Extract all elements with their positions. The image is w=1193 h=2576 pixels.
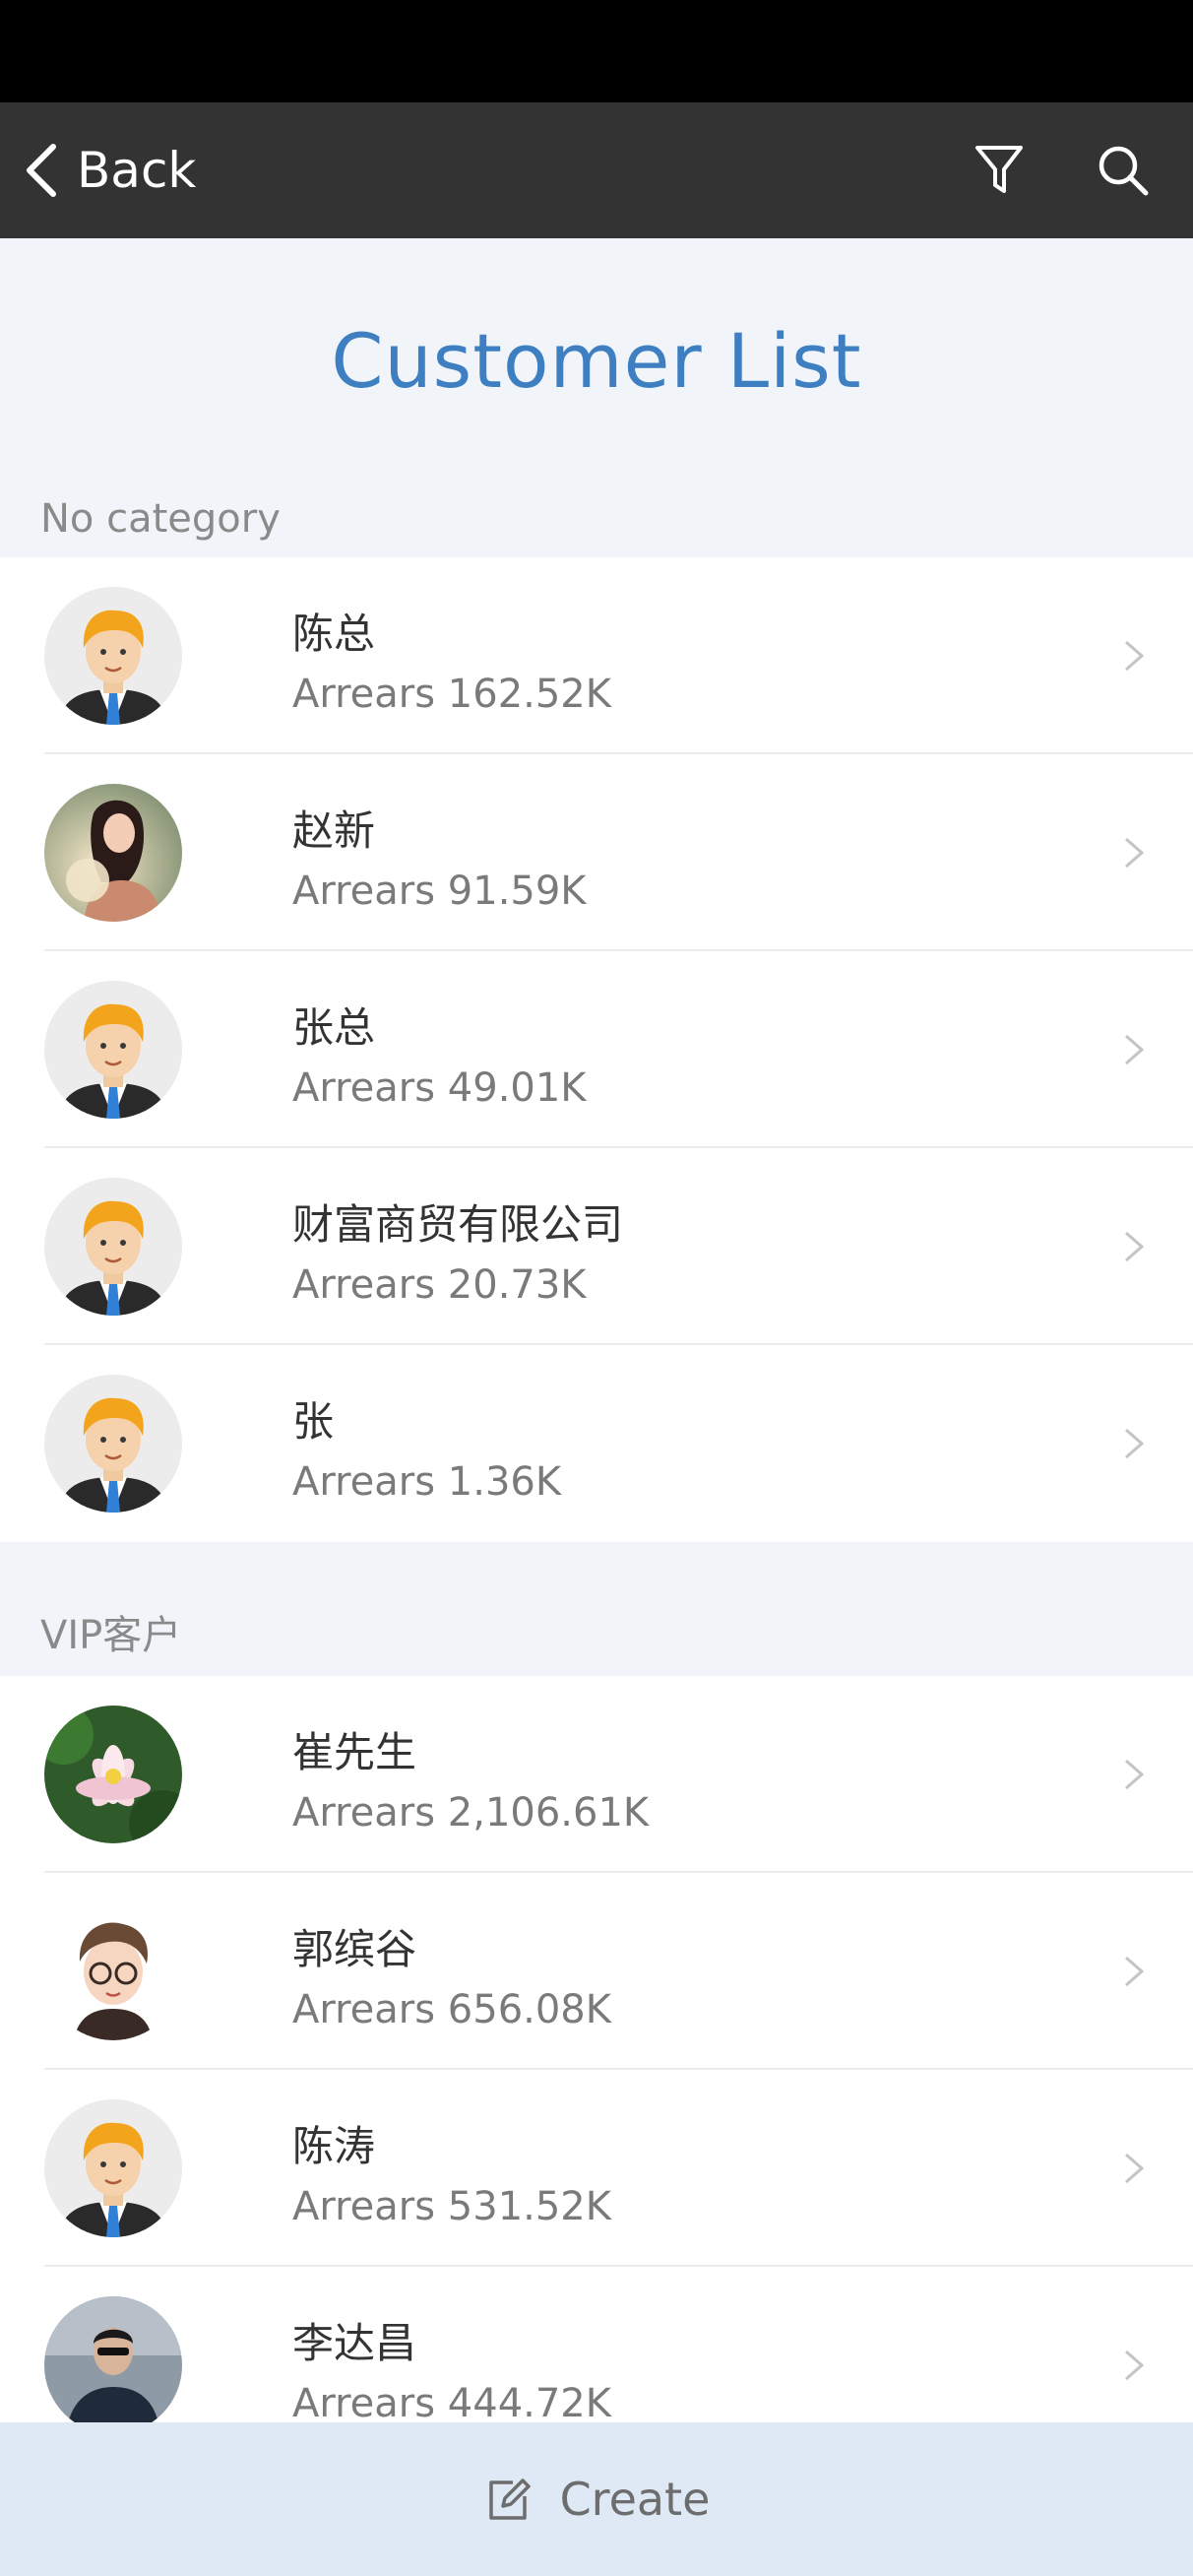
nav-bar: Back [0,102,1193,238]
list-item[interactable]: 财富商贸有限公司 Arrears 20.73K [0,1148,1193,1345]
customer-name: 张 [292,1397,335,1446]
list-item[interactable]: 陈涛 Arrears 531.52K [0,2070,1193,2267]
woman-photo-avatar [44,784,182,922]
customer-name: 陈总 [292,610,376,658]
customer-arrears: Arrears 91.59K [292,869,587,914]
customer-arrears: Arrears 656.08K [292,1987,611,2032]
customer-name: 郭缤谷 [292,1925,417,1973]
customer-name: 李达昌 [292,2319,417,2367]
avatar [44,1178,182,1316]
section-header-no-category: No category [0,475,1193,557]
list-item[interactable]: 李达昌 Arrears 444.72K [0,2267,1193,2422]
chevron-right-icon [1125,837,1145,869]
list-item[interactable]: 张 Arrears 1.36K [0,1345,1193,1542]
customer-arrears: Arrears 162.52K [292,672,611,717]
search-button[interactable] [1088,135,1159,206]
create-label: Create [559,2473,711,2526]
default-businessman-avatar [44,981,182,1119]
status-bar [0,0,1193,102]
create-button[interactable]: Create [0,2422,1193,2576]
customer-name: 陈涛 [292,2122,376,2170]
lotus-photo-avatar [44,1706,182,1843]
list-item[interactable]: 陈总 Arrears 162.52K [0,557,1193,754]
list-item[interactable]: 郭缤谷 Arrears 656.08K [0,1873,1193,2070]
chevron-right-icon [1125,1759,1145,1790]
customer-name: 崔先生 [292,1728,417,1776]
customer-arrears: Arrears 49.01K [292,1065,587,1111]
avatar [44,587,182,725]
customer-list-vip: 崔先生 Arrears 2,106.61K 郭缤谷 Arrears 656.08… [0,1676,1193,2422]
search-icon [1099,146,1149,196]
avatar [44,2296,182,2422]
customer-name: 赵新 [292,806,376,855]
customer-arrears: Arrears 444.72K [292,2381,611,2422]
chevron-right-icon [1125,2350,1145,2381]
list-item[interactable]: 崔先生 Arrears 2,106.61K [0,1676,1193,1873]
edit-icon [488,2479,531,2520]
cartoon-boy-avatar [44,1902,182,2040]
default-businessman-avatar [44,1375,182,1513]
chevron-right-icon [1125,640,1145,672]
title-area: Customer List [0,238,1193,475]
list-item[interactable]: 张总 Arrears 49.01K [0,951,1193,1148]
section-header-vip: VIP客户 [0,1542,1193,1676]
chevron-right-icon [1125,1956,1145,1987]
avatar [44,784,182,922]
avatar [44,981,182,1119]
list-item[interactable]: 赵新 Arrears 91.59K [0,754,1193,951]
chevron-right-icon [1125,1231,1145,1262]
default-businessman-avatar [44,587,182,725]
chevron-right-icon [1125,1034,1145,1065]
avatar [44,2099,182,2237]
filter-button[interactable] [964,135,1035,206]
filter-icon [975,146,1023,193]
default-businessman-avatar [44,1178,182,1316]
section-title: VIP客户 [40,1613,182,1658]
customer-arrears: Arrears 1.36K [292,1459,562,1505]
customer-arrears: Arrears 20.73K [292,1262,587,1308]
chevron-left-icon [27,144,56,197]
section-title: No category [40,496,281,542]
back-button[interactable]: Back [20,102,196,238]
avatar [44,1902,182,2040]
chevron-right-icon [1125,2153,1145,2184]
page-title: Customer List [331,317,862,405]
avatar [44,1375,182,1513]
customer-name: 张总 [292,1003,376,1052]
customer-list-no-category: 陈总 Arrears 162.52K 赵新 Arrears 91.59K 张总 … [0,557,1193,1542]
customer-name: 财富商贸有限公司 [292,1200,624,1249]
back-label: Back [77,142,197,199]
customer-arrears: Arrears 531.52K [292,2184,611,2229]
customer-arrears: Arrears 2,106.61K [292,1790,650,1835]
man-sunglasses-photo-avatar [44,2296,182,2422]
avatar [44,1706,182,1843]
chevron-right-icon [1125,1428,1145,1459]
default-businessman-avatar [44,2099,182,2237]
